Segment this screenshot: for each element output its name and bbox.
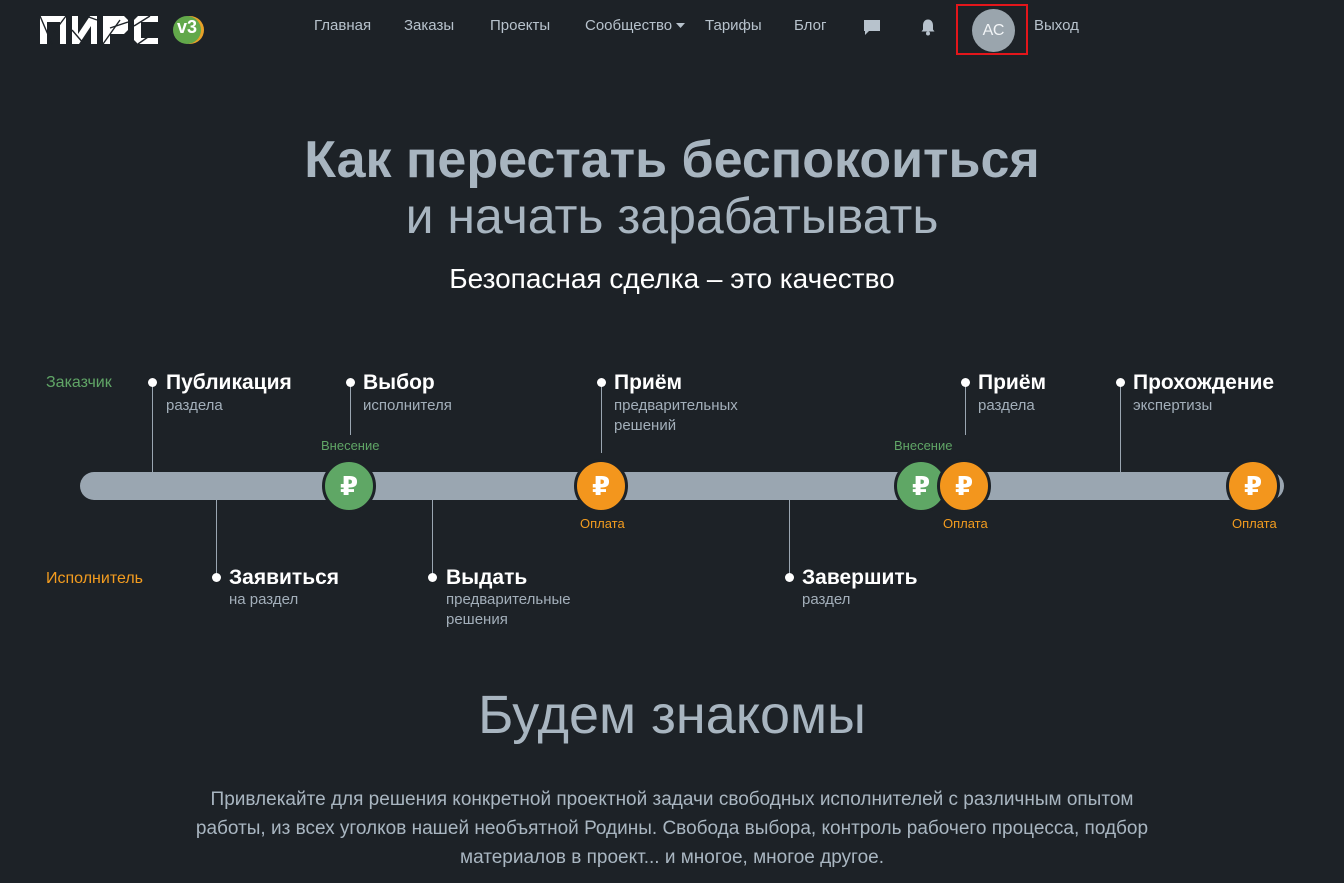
- step-dot: [961, 378, 970, 387]
- connector-line: [216, 500, 217, 577]
- step-finish-sub: раздел: [802, 591, 851, 608]
- role-executor: Исполнитель: [46, 570, 144, 587]
- nav-home[interactable]: Главная: [314, 17, 371, 34]
- step-apply-title: Заявиться: [229, 566, 340, 589]
- about-text: Привлекайте для решения конкретной проек…: [195, 789, 1149, 868]
- ruble-icon: ₽: [937, 459, 991, 513]
- hero-title-light: и начать зарабатывать: [405, 188, 939, 244]
- step-choose-sub: исполнителя: [363, 397, 452, 414]
- deposit-label: Внесение: [894, 438, 953, 453]
- step-dot: [212, 573, 221, 582]
- avatar-highlight: АС: [956, 4, 1028, 55]
- nav-tariffs[interactable]: Тарифы: [705, 17, 762, 34]
- nav-blog[interactable]: Блог: [794, 17, 826, 34]
- step-finish-title: Завершить: [802, 566, 918, 589]
- ruble-icon: ₽: [1226, 459, 1280, 513]
- timeline-track: [80, 472, 1284, 500]
- step-accept-prelim-sub: предварительных решений: [614, 397, 738, 434]
- step-deliver-sub: предварительные решения: [446, 591, 571, 628]
- step-publish-title: Публикация: [166, 371, 292, 394]
- payment-label: Оплата: [1232, 516, 1277, 531]
- avatar[interactable]: АС: [972, 9, 1015, 52]
- chat-icon[interactable]: [863, 18, 881, 36]
- payment-label: Оплата: [580, 516, 625, 531]
- step-dot: [1116, 378, 1125, 387]
- connector-line: [601, 385, 602, 453]
- connector-line: [432, 500, 433, 577]
- logout-link[interactable]: Выход: [1034, 17, 1079, 34]
- step-accept-section-sub: раздела: [978, 397, 1035, 414]
- connector-line: [1120, 385, 1121, 472]
- bell-icon[interactable]: [919, 18, 937, 36]
- nav-community[interactable]: Сообщество: [585, 17, 686, 34]
- step-deliver-title: Выдать: [446, 566, 528, 589]
- hero-subtitle: Безопасная сделка – это качество: [449, 263, 895, 294]
- step-apply-sub: на раздел: [229, 591, 299, 608]
- nav-orders[interactable]: Заказы: [404, 17, 454, 34]
- step-dot: [346, 378, 355, 387]
- step-choose-title: Выбор: [363, 371, 435, 394]
- step-dot: [148, 378, 157, 387]
- top-navbar: v3 Главная Заказы Проекты Сообщество Тар…: [0, 0, 1344, 55]
- deposit-label: Внесение: [321, 438, 380, 453]
- logo-version: v3: [177, 17, 198, 37]
- payment-label: Оплата: [943, 516, 988, 531]
- connector-line: [152, 385, 153, 472]
- connector-line: [350, 385, 351, 435]
- chevron-down-icon: [676, 23, 686, 29]
- step-dot: [428, 573, 437, 582]
- ruble-icon: ₽: [574, 459, 628, 513]
- step-dot: [785, 573, 794, 582]
- hero-title: Как перестать беспокоиться: [304, 131, 1040, 189]
- step-expertise-title: Прохождение: [1133, 371, 1275, 394]
- step-publish-sub: раздела: [166, 397, 223, 414]
- step-accept-section-title: Приём: [978, 371, 1047, 394]
- connector-line: [965, 385, 966, 435]
- nav-community-label: Сообщество: [585, 17, 673, 34]
- about-title: Будем знакомы: [478, 685, 866, 745]
- step-dot: [597, 378, 606, 387]
- role-customer: Заказчик: [46, 374, 112, 391]
- step-accept-prelim-title: Приём: [614, 371, 683, 394]
- connector-line: [789, 500, 790, 577]
- ruble-icon: ₽: [322, 459, 376, 513]
- nav-projects[interactable]: Проекты: [490, 17, 550, 34]
- step-expertise-sub: экспертизы: [1133, 397, 1213, 414]
